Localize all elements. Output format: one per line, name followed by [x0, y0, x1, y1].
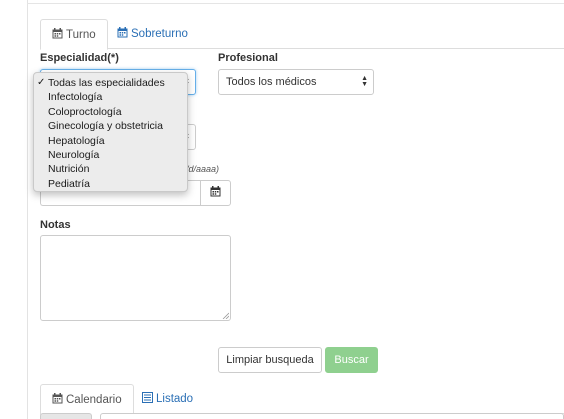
especialidad-option[interactable]: Ginecología y obstetricia	[34, 119, 187, 133]
especialidad-option[interactable]: Nutrición	[34, 162, 187, 176]
view-tabs: Calendario Listado	[40, 384, 564, 415]
calendar-icon	[210, 186, 221, 200]
tab-sobreturno[interactable]: Sobreturno	[106, 19, 199, 50]
especialidad-option[interactable]: Coloproctología	[34, 105, 187, 119]
profesional-label: Profesional	[218, 52, 278, 64]
content-left-border	[27, 0, 28, 419]
especialidad-option[interactable]: Neurología	[34, 148, 187, 162]
calendar-icon	[117, 27, 128, 41]
calendar-icon	[52, 28, 63, 42]
booking-tabs: Turno Sobreturno	[40, 19, 564, 50]
clear-search-button[interactable]: Limpiar busqueda	[218, 347, 322, 373]
especialidad-option[interactable]: Infectología	[34, 90, 187, 104]
search-button[interactable]: Buscar	[325, 347, 378, 373]
tab-calendario-label: Calendario	[66, 394, 122, 406]
especialidad-dropdown-list: ✓ Todas las especialidades Infectología C…	[33, 72, 188, 192]
notas-label: Notas	[40, 219, 71, 231]
calendar-icon	[52, 393, 63, 407]
especialidad-option[interactable]: ✓ Todas las especialidades	[34, 76, 187, 90]
resize-grip-icon[interactable]	[222, 312, 229, 319]
date-picker-button[interactable]	[200, 180, 231, 206]
tab-turno-label: Turno	[66, 29, 96, 41]
date-format-hint: /d/aaaa)	[186, 164, 220, 174]
especialidad-option[interactable]: Pediatría	[34, 177, 187, 191]
profesional-select[interactable]: Todos los médicos ▲ ▼	[218, 69, 374, 95]
especialidad-option[interactable]: Hepatología	[34, 134, 187, 148]
profesional-select-value: Todos los médicos	[226, 76, 317, 88]
calendar-panel	[100, 413, 564, 419]
tab-listado-label: Listado	[156, 393, 194, 405]
calendar-toolbar-button[interactable]	[40, 413, 92, 419]
tab-listado[interactable]: Listado	[131, 384, 204, 415]
especialidad-label: Especialidad(*)	[40, 52, 119, 64]
tab-calendario[interactable]: Calendario	[40, 384, 134, 415]
tab-sobreturno-label: Sobreturno	[131, 28, 188, 40]
tab-turno[interactable]: Turno	[40, 19, 108, 50]
checkmark-icon: ✓	[37, 77, 46, 88]
list-icon	[142, 392, 153, 406]
select-arrows-icon: ▲▼	[361, 75, 368, 88]
notas-textarea[interactable]	[40, 235, 231, 321]
content-top-border	[27, 3, 564, 4]
